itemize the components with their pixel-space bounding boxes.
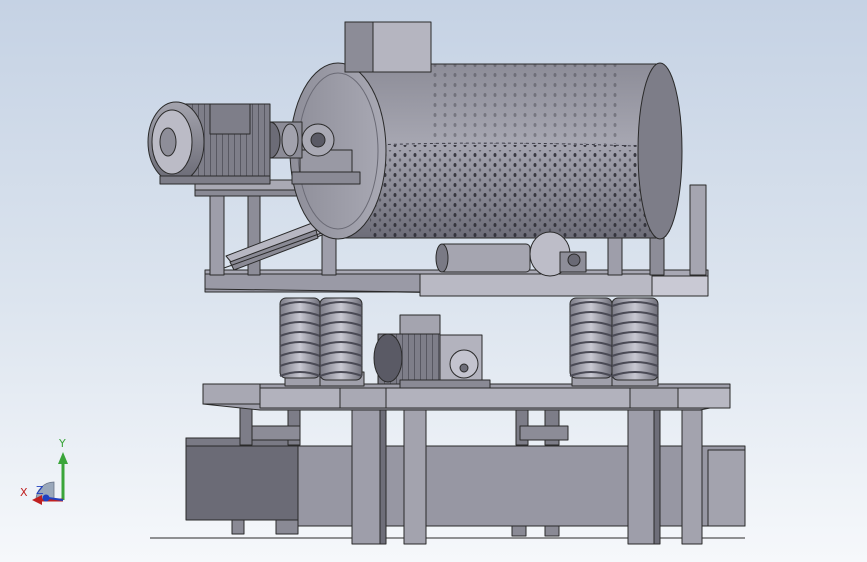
cad-viewport[interactable]: Y X Z bbox=[0, 0, 867, 562]
y-axis-label: Y bbox=[59, 437, 66, 450]
vibrating-drum-machine-model[interactable] bbox=[0, 0, 867, 562]
inlet-hopper[interactable] bbox=[344, 21, 432, 73]
x-axis-label: X bbox=[20, 486, 28, 499]
z-axis-label: Z bbox=[36, 484, 44, 497]
vibration-motor[interactable] bbox=[373, 314, 491, 389]
spring-front-right-2 bbox=[611, 297, 659, 381]
spring-front-left bbox=[279, 297, 321, 379]
spring-front-left-2 bbox=[319, 297, 363, 381]
orientation-triad: Y X Z bbox=[18, 438, 78, 508]
drum-motor[interactable] bbox=[147, 101, 271, 185]
spring-front-right bbox=[569, 297, 613, 379]
